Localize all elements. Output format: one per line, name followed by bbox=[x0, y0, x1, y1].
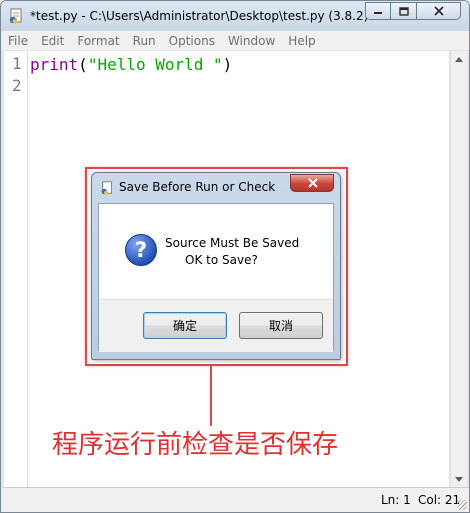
code-paren-open: ( bbox=[78, 55, 88, 74]
dialog-message-line2: OK to Save? bbox=[185, 253, 258, 267]
line-number: 1 bbox=[12, 54, 22, 73]
scroll-down-icon[interactable] bbox=[455, 477, 463, 482]
cancel-button[interactable]: 取消 bbox=[239, 312, 323, 339]
dialog-message-line1: Source Must Be Saved bbox=[165, 236, 300, 250]
annotation-caption: 程序运行前检查是否保存 bbox=[52, 430, 339, 460]
code-builtin: print bbox=[30, 55, 79, 74]
dialog-message-area: ? Source Must Be Saved OK to Save? bbox=[99, 204, 333, 299]
window-controls bbox=[365, 2, 461, 21]
status-line: Ln: 1 bbox=[381, 493, 411, 507]
dialog-title: Save Before Run or Check bbox=[119, 180, 276, 194]
maximize-icon bbox=[398, 6, 409, 16]
menu-bar: File Edit Format Run Options Window Help bbox=[2, 31, 469, 50]
code-paren-close: ) bbox=[222, 55, 233, 74]
python-file-icon bbox=[9, 8, 22, 24]
close-icon bbox=[308, 178, 318, 188]
dialog-body: ? Source Must Be Saved OK to Save? 确定 取消 bbox=[98, 203, 334, 352]
python-file-icon bbox=[101, 181, 112, 195]
scroll-up-icon[interactable] bbox=[455, 57, 463, 62]
maximize-button[interactable] bbox=[391, 2, 417, 20]
status-bar: Ln: 1 Col: 21 bbox=[2, 487, 469, 512]
status-column: Col: 21 bbox=[418, 493, 461, 507]
menu-help[interactable]: Help bbox=[288, 34, 315, 48]
title-bar[interactable]: *test.py - C:\Users\Administrator\Deskto… bbox=[1, 1, 469, 31]
vertical-scrollbar[interactable] bbox=[450, 51, 467, 488]
menu-options[interactable]: Options bbox=[169, 34, 215, 48]
annotation-connector bbox=[210, 366, 212, 426]
minimize-button[interactable] bbox=[365, 2, 391, 20]
menu-edit[interactable]: Edit bbox=[41, 34, 64, 48]
line-number-gutter: 1 2 bbox=[4, 51, 28, 488]
ok-button[interactable]: 确定 bbox=[143, 312, 227, 339]
save-before-run-dialog: Save Before Run or Check ? Source Must B… bbox=[91, 172, 341, 360]
code-line[interactable]: print("Hello World ") bbox=[30, 55, 232, 74]
resize-grip-icon[interactable] bbox=[457, 500, 467, 510]
code-string: "Hello World " bbox=[87, 55, 223, 74]
menu-file[interactable]: File bbox=[8, 34, 28, 48]
dialog-button-bar: 确定 取消 bbox=[99, 299, 333, 352]
question-icon: ? bbox=[125, 234, 157, 266]
menu-window[interactable]: Window bbox=[228, 34, 275, 48]
menu-run[interactable]: Run bbox=[133, 34, 156, 48]
line-number: 2 bbox=[12, 76, 22, 95]
close-icon bbox=[433, 6, 444, 16]
menu-format[interactable]: Format bbox=[77, 34, 119, 48]
close-button[interactable] bbox=[417, 2, 461, 20]
window-title: *test.py - C:\Users\Administrator\Deskto… bbox=[30, 9, 375, 23]
dialog-close-button[interactable] bbox=[290, 174, 334, 192]
minimize-icon bbox=[374, 12, 382, 14]
